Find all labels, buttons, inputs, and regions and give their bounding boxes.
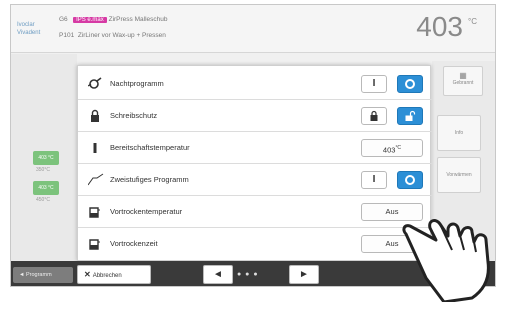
back-button[interactable]: ◄ Programm — [13, 267, 73, 283]
background-button-preheat: Vorwärmen — [437, 157, 481, 193]
previous-page-button[interactable]: ◄ — [203, 265, 233, 284]
wrench-icon — [87, 77, 102, 91]
current-temperature: 403 — [416, 11, 463, 42]
setting-row-predry-temperature: Vortrockentemperatur Aus — [78, 196, 432, 228]
program-group: G6 — [59, 16, 68, 23]
material-badge: IPS e.max — [73, 17, 107, 23]
standby-temperature-button[interactable]: 403°C — [361, 139, 423, 157]
header: Ivoclar Vivadent G6 IPS e.max ZirPress M… — [11, 5, 495, 53]
brand-logo: Ivoclar Vivadent — [17, 19, 55, 37]
toggle-off-button[interactable]: I — [361, 171, 387, 189]
circle-icon — [405, 79, 415, 89]
background-value: 350°C — [36, 167, 50, 173]
pointing-hand-icon — [402, 219, 490, 302]
background-button-info: Info — [437, 115, 481, 151]
two-stage-icon — [87, 173, 104, 187]
setting-row-standby-temperature: Bereitschaftstemperatur 403°C — [78, 132, 432, 164]
settings-popup: Nachtprogramm I Schreibschutz Bereitscha… — [77, 65, 432, 261]
next-page-button[interactable]: ► — [289, 265, 319, 284]
program-line-1: G6 IPS e.max ZirPress Malleschub — [59, 16, 167, 23]
setting-label: Vortrockenzeit — [110, 239, 158, 248]
predry-icon — [88, 205, 102, 219]
program-description: ZirLiner vor Wax-up + Pressen — [77, 32, 166, 39]
background-value: 450°C — [36, 197, 50, 203]
toggle-off-button[interactable]: I — [361, 75, 387, 93]
setting-label: Zweistufiges Programm — [110, 175, 189, 184]
lock-button[interactable] — [361, 107, 387, 125]
program-line-2: P101 ZirLiner vor Wax-up + Pressen — [59, 32, 166, 39]
setting-row-predry-time: Vortrockenzeit Aus — [78, 228, 432, 260]
setting-row-night-program: Nachtprogramm I — [78, 68, 432, 100]
temperature-unit: °C — [468, 17, 477, 26]
cancel-button[interactable]: ✕ Abbrechen — [77, 265, 151, 284]
background-button-fired: ▦ Gebrannt — [443, 66, 483, 96]
setting-label: Nachtprogramm — [110, 79, 164, 88]
predry-icon — [88, 237, 102, 251]
setting-row-two-stage-program: Zweistufiges Programm I — [78, 164, 432, 196]
toggle-on-button[interactable] — [397, 75, 423, 93]
background-indicator: 403 °C — [33, 181, 59, 195]
page-indicator: ● ● ● — [237, 271, 259, 278]
unlock-button[interactable] — [397, 107, 423, 125]
lock-icon — [88, 109, 102, 123]
svg-text:Ivoclar: Ivoclar — [17, 22, 35, 28]
background-indicator: 403 °C — [33, 151, 59, 165]
circle-icon — [405, 175, 415, 185]
svg-text:Vivadent: Vivadent — [17, 30, 41, 36]
grid-icon: ▦ — [459, 71, 467, 80]
setting-label: Schreibschutz — [110, 111, 158, 120]
program-name: ZirPress Malleschub — [108, 16, 168, 23]
program-number: P101 — [59, 32, 75, 39]
setting-row-write-protection: Schreibschutz — [78, 100, 432, 132]
thermometer-icon — [88, 141, 102, 155]
setting-label: Bereitschaftstemperatur — [110, 143, 190, 152]
lock-open-icon — [405, 110, 416, 121]
toggle-on-button[interactable] — [397, 171, 423, 189]
lock-closed-icon — [370, 110, 378, 121]
close-icon: ✕ — [84, 270, 91, 279]
setting-label: Vortrockentemperatur — [110, 207, 183, 216]
